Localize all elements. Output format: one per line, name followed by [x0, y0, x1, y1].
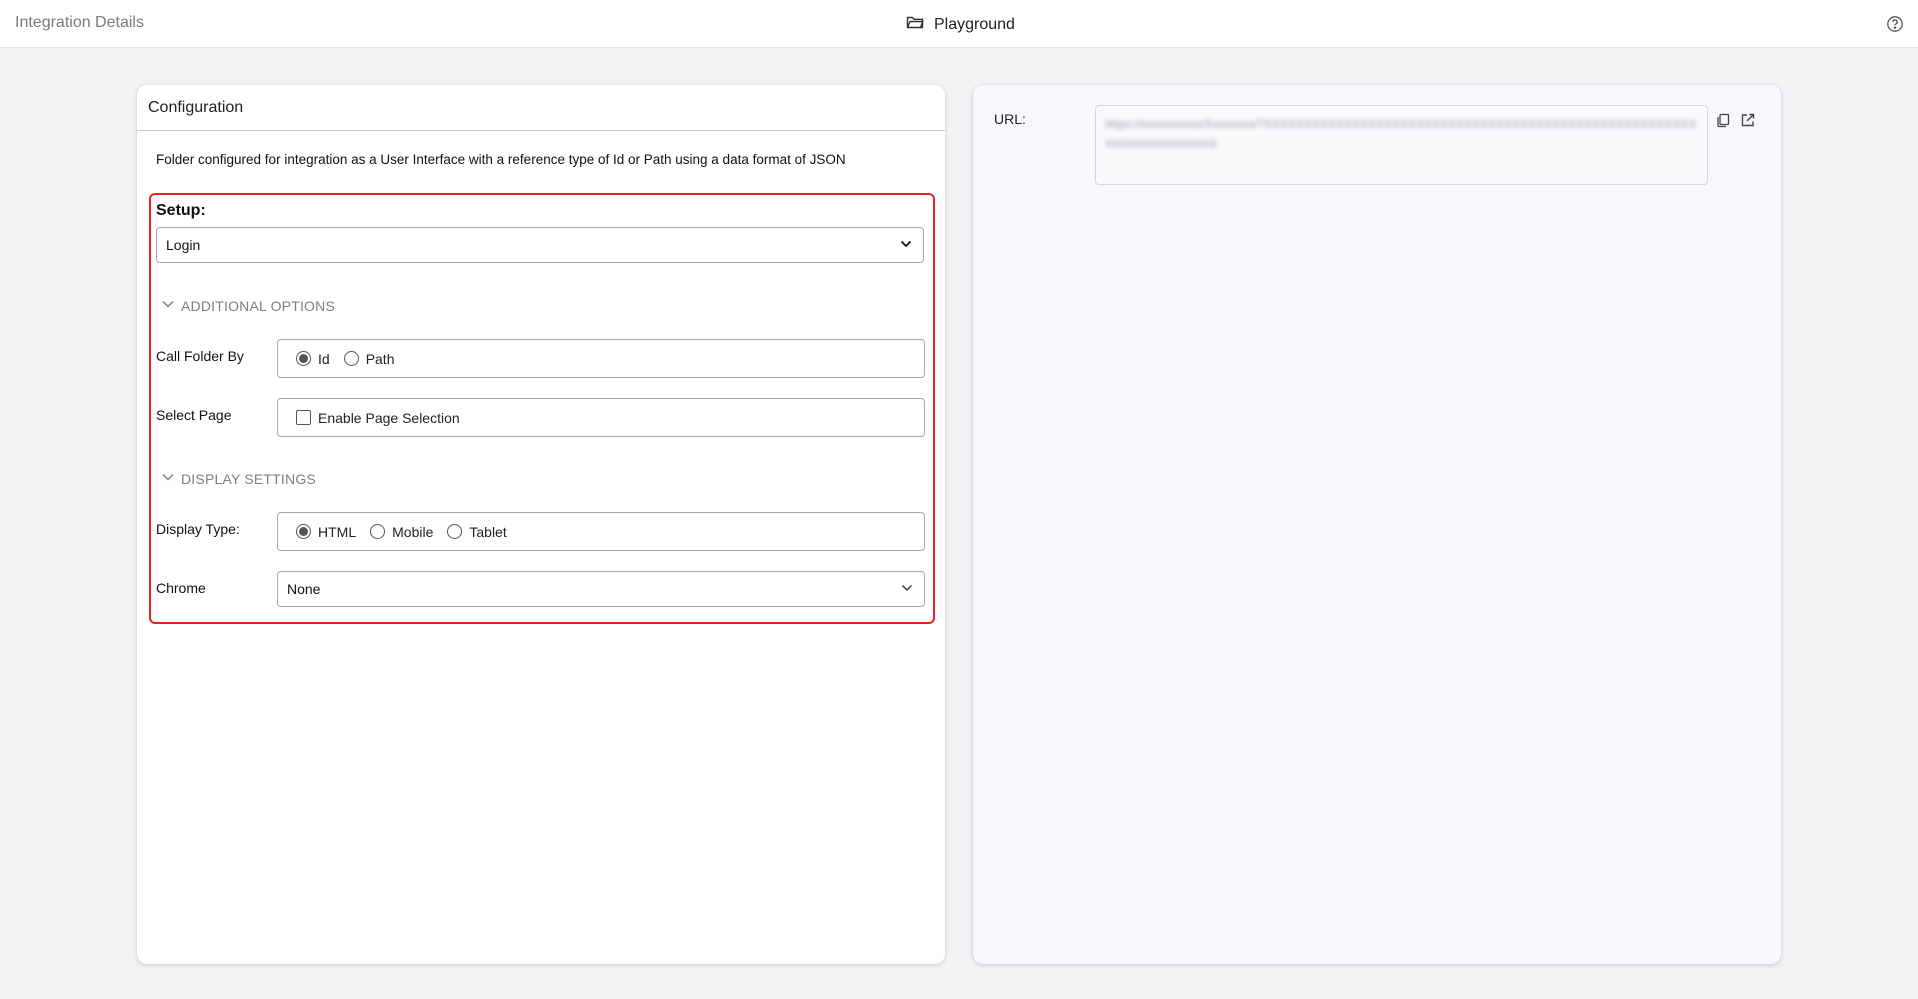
additional-options-toggle[interactable]: ADDITIONAL OPTIONS: [161, 297, 335, 314]
url-actions: [1715, 112, 1756, 133]
radio-mobile-label: Mobile: [392, 523, 434, 540]
page-title-group: Playground: [906, 13, 1015, 36]
radio-id-label: Id: [318, 350, 330, 367]
additional-options-heading: ADDITIONAL OPTIONS: [181, 297, 335, 314]
url-field[interactable]: https://xxxxxxxxxx/Xxxxxxxx/?XXXXXXXXXXX…: [1095, 105, 1708, 185]
chevron-down-icon: [161, 297, 175, 314]
display-settings-heading: DISPLAY SETTINGS: [181, 470, 316, 487]
radio-mobile[interactable]: Mobile: [370, 524, 433, 540]
enable-page-selection-label: Enable Page Selection: [318, 409, 460, 426]
setup-select[interactable]: Login: [156, 227, 924, 263]
radio-path-label: Path: [365, 350, 395, 367]
chrome-label: Chrome: [156, 580, 206, 596]
radio-html-control[interactable]: [296, 524, 311, 539]
page-title: Playground: [934, 15, 1015, 33]
chrome-select[interactable]: None: [277, 571, 925, 607]
radio-html[interactable]: HTML: [296, 524, 356, 540]
setup-label: Setup:: [156, 202, 206, 219]
select-page-group: Enable Page Selection: [277, 398, 925, 437]
call-folder-by-group: Id Path: [277, 339, 925, 378]
radio-id-control[interactable]: [296, 351, 311, 366]
radio-path[interactable]: Path: [343, 350, 395, 367]
enable-page-selection-checkbox[interactable]: [296, 410, 311, 425]
radio-tablet-control[interactable]: [447, 524, 463, 539]
radio-id[interactable]: Id: [296, 351, 330, 367]
copy-icon[interactable]: [1715, 112, 1731, 133]
display-type-label: Display Type:: [156, 521, 240, 537]
configuration-card: Configuration Folder configured for inte…: [137, 85, 945, 964]
folder-icon: [906, 13, 924, 36]
configuration-description: Folder configured for integration as a U…: [156, 152, 846, 167]
radio-tablet-label: Tablet: [469, 523, 507, 540]
display-type-group: HTML Mobile Tablet: [277, 512, 925, 551]
url-card: URL: https://xxxxxxxxxx/Xxxxxxxx/?XXXXXX…: [973, 85, 1781, 964]
display-settings-toggle[interactable]: DISPLAY SETTINGS: [161, 470, 316, 487]
configuration-title: Configuration: [137, 85, 945, 131]
top-bar: Integration Details Playground: [0, 0, 1918, 48]
setup-select-value: Login: [166, 237, 201, 253]
call-folder-by-label: Call Folder By: [156, 348, 244, 364]
help-icon[interactable]: [1886, 15, 1904, 33]
chevron-down-icon: [899, 237, 913, 254]
chevron-down-icon: [161, 470, 175, 487]
radio-html-label: HTML: [318, 523, 357, 540]
radio-tablet[interactable]: Tablet: [447, 523, 507, 540]
url-value: https://xxxxxxxxxx/Xxxxxxxx/?XXXXXXXXXXX…: [1105, 117, 1697, 151]
chrome-select-value: None: [287, 581, 321, 597]
select-page-label: Select Page: [156, 407, 232, 423]
radio-mobile-control[interactable]: [370, 524, 386, 539]
url-label: URL:: [994, 111, 1026, 127]
chevron-down-icon: [900, 581, 914, 598]
radio-path-control[interactable]: [343, 351, 359, 366]
breadcrumb[interactable]: Integration Details: [15, 14, 144, 32]
open-external-icon[interactable]: [1740, 112, 1756, 133]
enable-page-selection[interactable]: Enable Page Selection: [296, 410, 460, 426]
